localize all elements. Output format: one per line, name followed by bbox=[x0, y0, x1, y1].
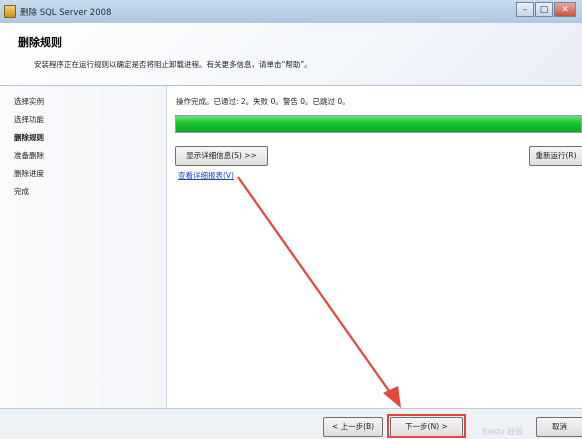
cancel-button[interactable]: 取消 bbox=[536, 417, 582, 437]
view-report-link[interactable]: 查看详细报表(V) bbox=[178, 170, 234, 181]
watermark-text: Baidu 经验 bbox=[482, 427, 524, 436]
sidebar-step-select-instance: 选择实例 bbox=[14, 97, 44, 106]
close-button[interactable]: ✕ bbox=[554, 2, 576, 17]
setup-app-icon bbox=[4, 5, 16, 18]
next-button-highlight bbox=[387, 414, 466, 438]
sidebar-step-removal-progress: 删除进度 bbox=[14, 169, 44, 178]
main-content: 操作完成。已通过: 2。失败 0。警告 0。已跳过 0。 显示详细信息(S) >… bbox=[167, 86, 582, 408]
maximize-button[interactable]: □ bbox=[535, 2, 553, 17]
title-bar: 删除 SQL Server 2008 – □ ✕ bbox=[0, 0, 582, 24]
sidebar-step-complete: 完成 bbox=[14, 187, 29, 196]
page-description: 安装程序正在运行规则以确定是否将阻止卸载进程。有关更多信息，请单击“帮助”。 bbox=[34, 60, 312, 69]
sidebar-step-removal-rules: 删除规则 bbox=[14, 133, 44, 142]
window-title: 删除 SQL Server 2008 bbox=[20, 8, 112, 18]
window-controls: – □ ✕ bbox=[515, 2, 576, 17]
progress-fill bbox=[176, 116, 581, 132]
progress-bar bbox=[175, 115, 582, 133]
steps-sidebar: 选择实例 选择功能 删除规则 准备删除 删除进度 完成 bbox=[0, 86, 167, 408]
sidebar-step-ready-to-remove: 准备删除 bbox=[14, 151, 44, 160]
sidebar-step-select-features: 选择功能 bbox=[14, 115, 44, 124]
rerun-button[interactable]: 重新运行(R) bbox=[529, 146, 582, 166]
show-details-button[interactable]: 显示详细信息(S) >> bbox=[175, 146, 268, 166]
back-button[interactable]: < 上一步(B) bbox=[323, 417, 383, 437]
operation-status: 操作完成。已通过: 2。失败 0。警告 0。已跳过 0。 bbox=[176, 97, 350, 106]
page-header: 删除规则 安装程序正在运行规则以确定是否将阻止卸载进程。有关更多信息，请单击“帮… bbox=[0, 23, 582, 86]
minimize-button[interactable]: – bbox=[516, 2, 534, 17]
page-title: 删除规则 bbox=[18, 36, 62, 49]
